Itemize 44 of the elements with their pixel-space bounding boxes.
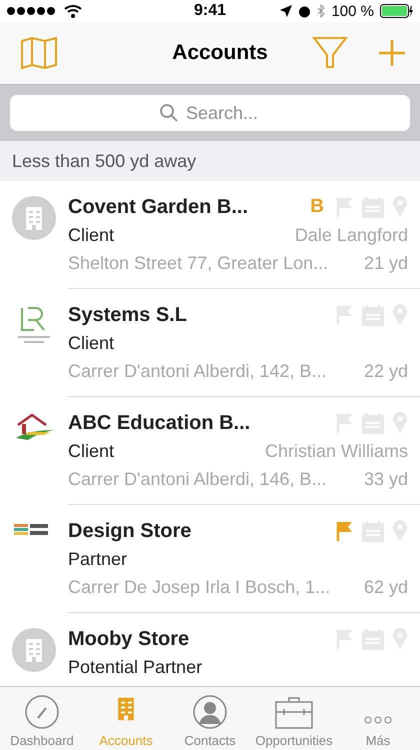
flag-icon[interactable] [336,520,354,542]
account-type: Client [68,440,114,462]
contact-name: Christian Williams [264,440,408,462]
account-name: Systems S.L [68,304,187,326]
account-address: Shelton Street 77, Greater Lon... [68,252,328,274]
battery-icon [380,4,414,18]
account-address: Carrer De Josep Irla I Bosch, 1... [68,576,330,598]
add-icon[interactable] [378,39,406,67]
account-type: Client [68,332,114,354]
nav-title: Accounts [171,41,269,65]
account-row[interactable]: Design Store Partner Carrer De Josep Irla I Bosch, 1... 62 yd [0,505,420,613]
account-row[interactable]: Systems S.L Client Carrer D'antoni Alberdi, 142, B... 22 yd [0,289,420,397]
search-field[interactable]: Search... [10,95,410,131]
account-type: Potential Partner [68,656,202,678]
account-type: Client [68,224,114,246]
account-name: ABC Education B... [68,412,250,434]
person-icon [192,694,228,730]
map-icon[interactable] [20,36,58,70]
account-name: Design Store [68,520,192,542]
filter-icon[interactable] [312,35,348,71]
gauge-icon [24,694,60,730]
bluetooth-icon [317,4,326,18]
battery-percent: 100 % [331,2,374,20]
account-letter: B [310,196,324,218]
signal-icon [6,6,58,16]
building-avatar-icon [12,196,56,240]
account-distance: 33 yd [364,468,408,490]
account-name: Mooby Store [68,628,190,650]
section-header: Less than 500 yd away [0,141,420,181]
location-arrow-icon [280,5,292,17]
wifi-icon [64,4,82,18]
status-time: 9:41 [194,2,226,20]
building-avatar-icon [12,628,56,672]
account-distance: 22 yd [364,360,408,382]
account-type: Partner [68,548,128,570]
account-address: Carrer D'antoni Alberdi, 142, B... [68,360,327,382]
search-icon [160,104,178,122]
account-name: Covent Garden B... [68,196,248,218]
account-distance: 21 yd [364,252,408,274]
account-distance: 62 yd [364,576,408,598]
account-address: Carrer D'antoni Alberdi, 146, B... [68,468,327,490]
contact-name: Dale Langford [294,224,408,246]
account-row[interactable]: ABC Education B... Client Christian Williams Carrer D'antoni Alberdi, 146, B... 33 yd [0,397,420,505]
account-row[interactable]: Covent Garden B... B Client Dale Langford Shelton Street 77, Greater Lon... 21 yd [0,181,420,289]
